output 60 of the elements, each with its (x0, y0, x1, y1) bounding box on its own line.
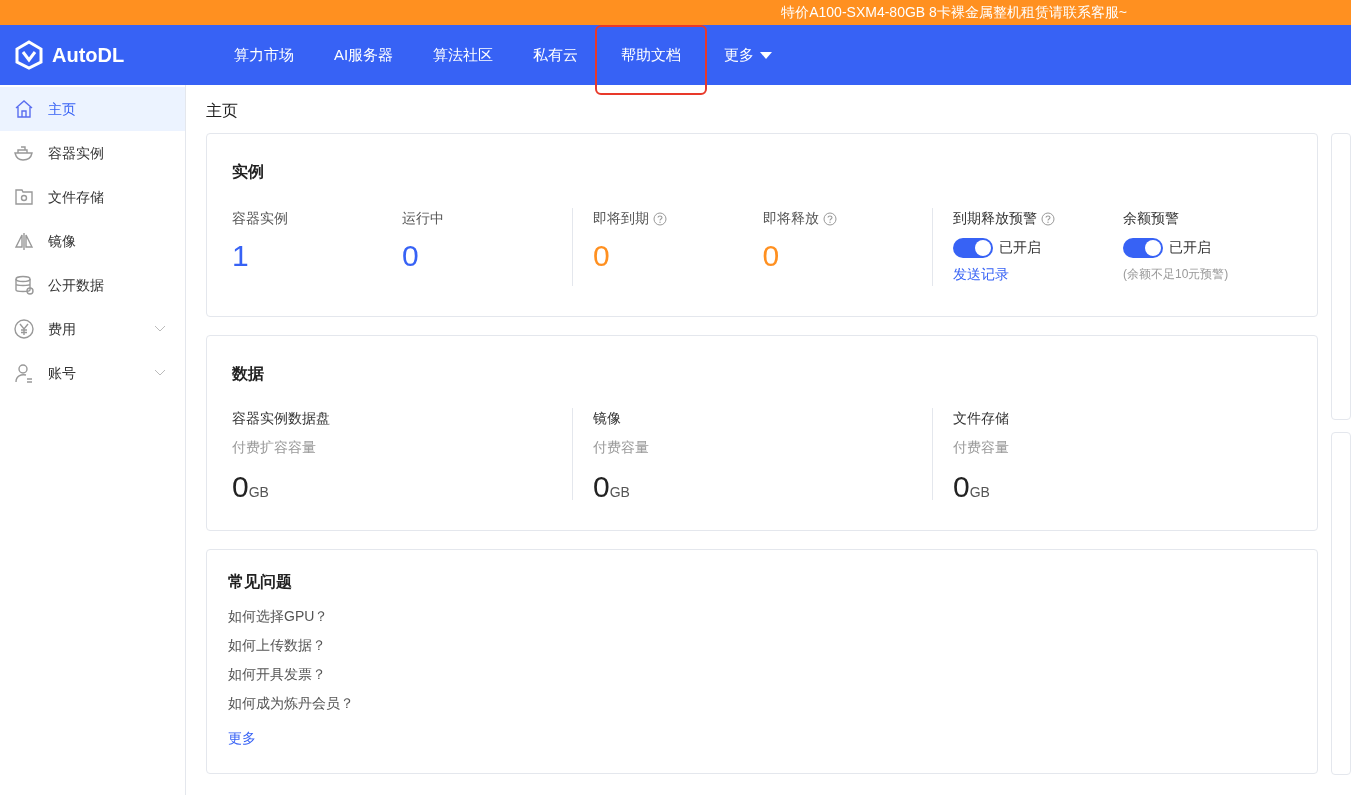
storage-sublabel: 付费扩容容量 (232, 438, 316, 457)
logo-icon (14, 40, 44, 70)
faq-link[interactable]: 如何开具发票？ (228, 664, 326, 685)
alert-label: 余额预警 (1123, 209, 1179, 228)
sidebar-item[interactable]: 费用 (0, 307, 185, 351)
faq-link[interactable]: 如何选择GPU？ (228, 606, 329, 627)
unit-label: GB (969, 484, 990, 502)
storage-label: 文件存储 (953, 409, 1009, 428)
nav-link[interactable]: 算法社区 (413, 25, 514, 85)
stat-value: 0 (593, 238, 610, 274)
mirror-icon (13, 230, 35, 252)
database-icon (13, 274, 35, 296)
card-title: 实例 (232, 162, 264, 182)
nav-link[interactable]: AI服务器 (314, 25, 414, 85)
help-icon[interactable] (1041, 211, 1055, 226)
stat-label: 运行中 (402, 209, 444, 228)
alert-label: 到期释放预警 (953, 209, 1037, 228)
storage-sublabel: 付费容量 (953, 438, 1009, 457)
home-icon (13, 98, 35, 120)
help-icon[interactable] (653, 211, 667, 226)
storage-sublabel: 付费容量 (593, 438, 649, 457)
nav-link[interactable]: 帮助文档 (595, 25, 708, 95)
toggle-switch[interactable] (1123, 237, 1163, 258)
sidebar-item[interactable]: 容器实例 (0, 131, 185, 175)
sidebar-item[interactable]: 镜像 (0, 219, 185, 263)
sidebar-item[interactable]: 文件存储 (0, 175, 185, 219)
card-title: 常见问题 (228, 572, 292, 592)
more-link[interactable]: 更多 (228, 728, 256, 749)
stat-label: 容器实例 (232, 209, 288, 228)
yen-icon (13, 318, 35, 340)
storage-value: 0 (232, 469, 249, 505)
logo-text: AutoDL (52, 43, 125, 68)
help-icon[interactable] (822, 211, 837, 226)
unit-label: GB (248, 484, 269, 502)
toggle-switch[interactable] (953, 237, 993, 258)
page-title: 主页 (206, 101, 238, 121)
user-icon (13, 362, 35, 384)
storage-value: 0 (593, 469, 610, 505)
announcement-text: 特价A100-SXM4-80GB 8卡裸金属整机租赁请联系客服~ (781, 3, 1127, 22)
nav-link[interactable]: 算力市场 (214, 25, 314, 85)
storage-label: 容器实例数据盘 (232, 409, 330, 428)
stat-label: 即将释放 (762, 209, 819, 228)
sidebar-item[interactable]: 公开数据 (0, 263, 185, 307)
sidebar-item[interactable]: 主页 (0, 87, 185, 131)
toggle-status: 已开启 (1169, 238, 1211, 257)
stat-label: 即将到期 (593, 209, 649, 228)
unit-label: GB (609, 484, 630, 502)
card-title: 数据 (232, 364, 264, 384)
sidebar-item[interactable]: 账号 (0, 351, 185, 395)
faq-link[interactable]: 如何成为炼丹会员？ (228, 693, 354, 714)
storage-value: 0 (953, 469, 970, 505)
hint-text: (余额不足10元预警) (1123, 266, 1229, 283)
stat-value: 0 (762, 238, 780, 274)
folder-icon (13, 186, 35, 208)
storage-label: 镜像 (593, 409, 621, 428)
send-log-link[interactable]: 发送记录 (953, 264, 1009, 285)
faq-link[interactable]: 如何上传数据？ (228, 635, 326, 656)
stat-value: 1 (232, 238, 249, 274)
toggle-status: 已开启 (999, 238, 1041, 257)
stat-value: 0 (402, 238, 419, 274)
